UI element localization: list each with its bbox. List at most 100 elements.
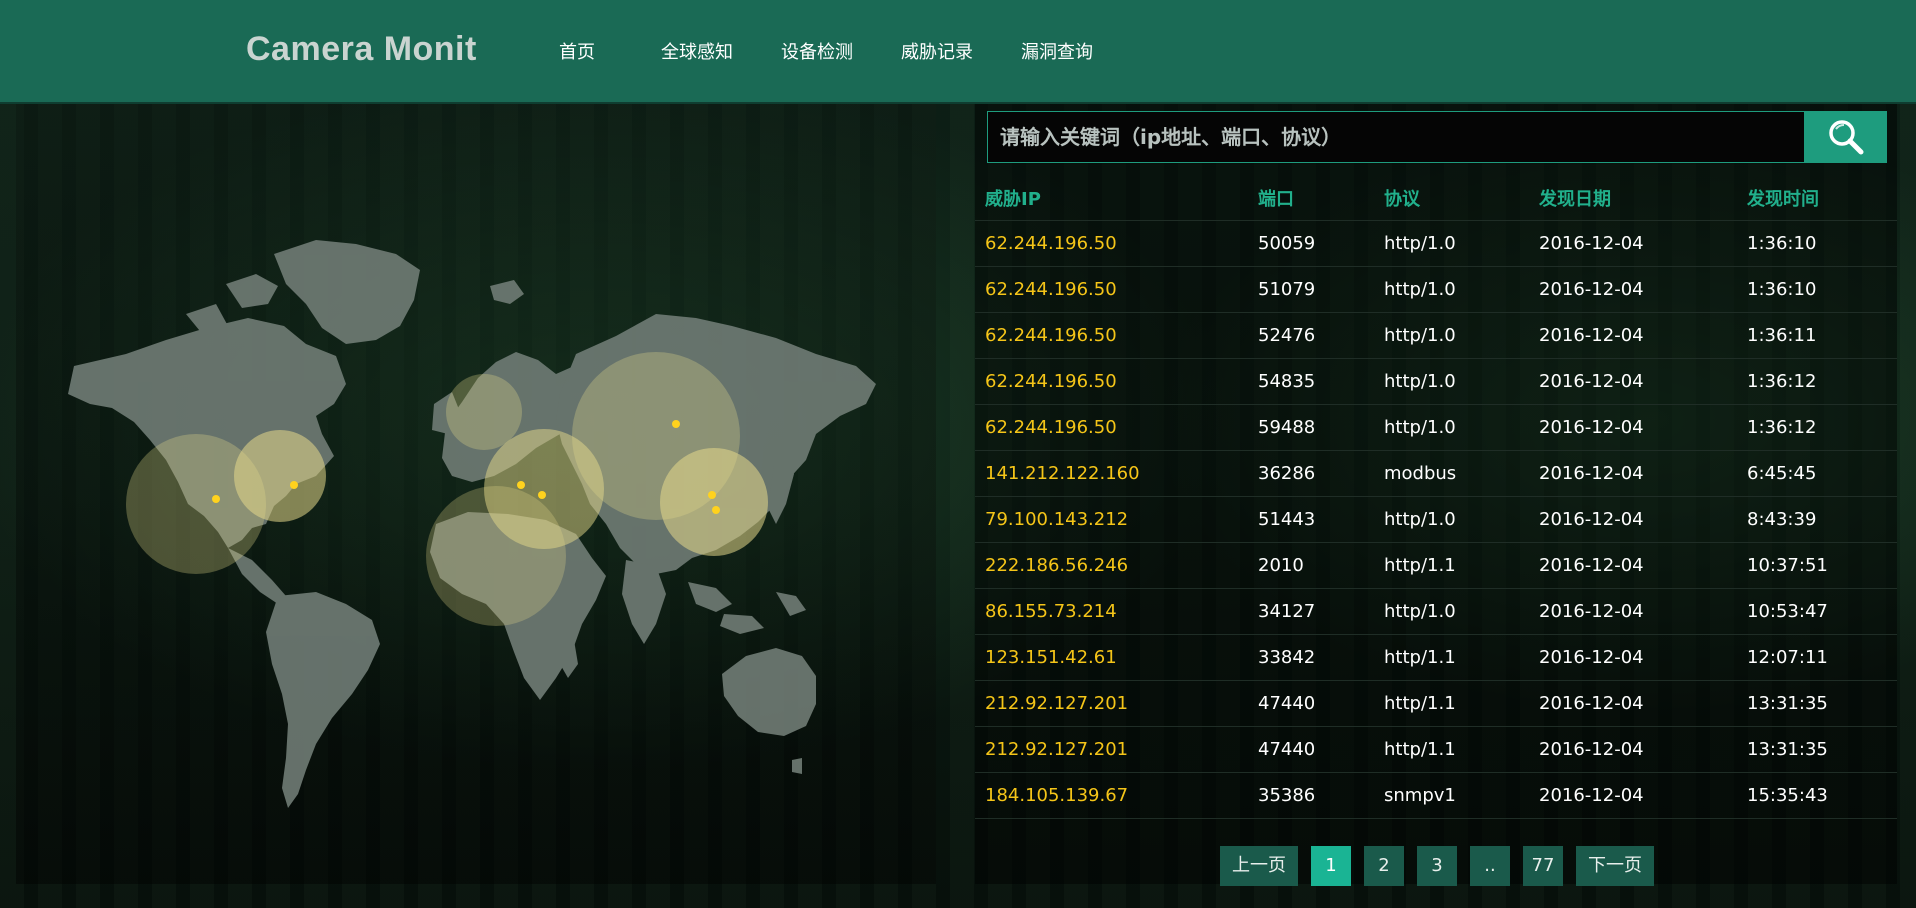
cell-protocol: http/1.0 xyxy=(1374,588,1529,635)
column-header-time[interactable]: 发现时间 xyxy=(1737,175,1897,221)
column-header-port[interactable]: 端口 xyxy=(1248,175,1374,221)
threat-table: 威胁IP 端口 协议 发现日期 发现时间 62.244.196.50 50059… xyxy=(975,175,1897,819)
cell-port: 52476 xyxy=(1248,312,1374,359)
cell-port: 54835 xyxy=(1248,358,1374,405)
cell-ip: 62.244.196.50 xyxy=(975,358,1248,405)
prev-page-button[interactable]: 上一页 xyxy=(1220,846,1298,886)
cell-time: 10:37:51 xyxy=(1737,542,1897,589)
table-row[interactable]: 141.212.122.160 36286 modbus 2016-12-04 … xyxy=(975,450,1897,497)
page-button-3[interactable]: 3 xyxy=(1417,846,1457,886)
page-button-last[interactable]: 77 xyxy=(1523,846,1563,886)
threat-point xyxy=(708,491,716,499)
cell-ip: 222.186.56.246 xyxy=(975,542,1248,589)
cell-ip: 62.244.196.50 xyxy=(975,266,1248,313)
cell-date: 2016-12-04 xyxy=(1529,450,1737,497)
cell-port: 36286 xyxy=(1248,450,1374,497)
threat-point xyxy=(672,420,680,428)
app-logo[interactable]: Camera Monit xyxy=(246,30,477,69)
cell-time: 12:07:11 xyxy=(1737,634,1897,681)
column-header-date[interactable]: 发现日期 xyxy=(1529,175,1737,221)
cell-protocol: http/1.0 xyxy=(1374,496,1529,543)
cell-time: 13:31:35 xyxy=(1737,680,1897,727)
table-row[interactable]: 79.100.143.212 51443 http/1.0 2016-12-04… xyxy=(975,496,1897,543)
nav-item-home[interactable]: 首页 xyxy=(559,38,595,64)
cell-protocol: http/1.0 xyxy=(1374,358,1529,405)
cell-protocol: http/1.0 xyxy=(1374,220,1529,267)
cell-date: 2016-12-04 xyxy=(1529,772,1737,819)
cell-time: 15:35:43 xyxy=(1737,772,1897,819)
cell-protocol: snmpv1 xyxy=(1374,772,1529,819)
cell-time: 6:45:45 xyxy=(1737,450,1897,497)
nav-item-vulnerability-query[interactable]: 漏洞查询 xyxy=(1021,38,1093,64)
table-row[interactable]: 123.151.42.61 33842 http/1.1 2016-12-04 … xyxy=(975,634,1897,681)
world-map xyxy=(68,240,876,808)
cell-time: 8:43:39 xyxy=(1737,496,1897,543)
column-header-ip[interactable]: 威胁IP xyxy=(975,175,1248,221)
page-button-2[interactable]: 2 xyxy=(1364,846,1404,886)
table-row[interactable]: 212.92.127.201 47440 http/1.1 2016-12-04… xyxy=(975,726,1897,773)
cell-date: 2016-12-04 xyxy=(1529,404,1737,451)
page-ellipsis[interactable]: .. xyxy=(1470,846,1510,886)
cell-ip: 123.151.42.61 xyxy=(975,634,1248,681)
cell-ip: 79.100.143.212 xyxy=(975,496,1248,543)
page-button-1[interactable]: 1 xyxy=(1311,846,1351,886)
cell-date: 2016-12-04 xyxy=(1529,312,1737,359)
cell-port: 35386 xyxy=(1248,772,1374,819)
table-row[interactable]: 222.186.56.246 2010 http/1.1 2016-12-04 … xyxy=(975,542,1897,589)
search-bar xyxy=(987,111,1887,163)
cell-port: 50059 xyxy=(1248,220,1374,267)
cell-date: 2016-12-04 xyxy=(1529,634,1737,681)
cell-port: 2010 xyxy=(1248,542,1374,589)
table-row[interactable]: 62.244.196.50 51079 http/1.0 2016-12-04 … xyxy=(975,266,1897,313)
table-row[interactable]: 62.244.196.50 54835 http/1.0 2016-12-04 … xyxy=(975,358,1897,405)
cell-ip: 212.92.127.201 xyxy=(975,680,1248,727)
heat-circle-west-europe xyxy=(446,374,522,450)
search-input[interactable] xyxy=(988,112,1812,162)
table-row[interactable]: 212.92.127.201 47440 http/1.1 2016-12-04… xyxy=(975,680,1897,727)
cell-protocol: http/1.0 xyxy=(1374,404,1529,451)
table-row[interactable]: 62.244.196.50 59488 http/1.0 2016-12-04 … xyxy=(975,404,1897,451)
cell-port: 51079 xyxy=(1248,266,1374,313)
table-row[interactable]: 86.155.73.214 34127 http/1.0 2016-12-04 … xyxy=(975,588,1897,635)
heat-circle-east-asia xyxy=(660,448,768,556)
cell-time: 1:36:12 xyxy=(1737,404,1897,451)
cell-port: 47440 xyxy=(1248,726,1374,773)
table-header-row: 威胁IP 端口 协议 发现日期 发现时间 xyxy=(975,175,1897,221)
cell-time: 1:36:12 xyxy=(1737,358,1897,405)
cell-protocol: http/1.1 xyxy=(1374,726,1529,773)
next-page-button[interactable]: 下一页 xyxy=(1576,846,1654,886)
cell-protocol: http/1.1 xyxy=(1374,680,1529,727)
cell-date: 2016-12-04 xyxy=(1529,220,1737,267)
table-row[interactable]: 62.244.196.50 52476 http/1.0 2016-12-04 … xyxy=(975,312,1897,359)
search-button[interactable] xyxy=(1804,112,1886,162)
cell-ip: 62.244.196.50 xyxy=(975,404,1248,451)
cell-ip: 62.244.196.50 xyxy=(975,312,1248,359)
column-header-protocol[interactable]: 协议 xyxy=(1374,175,1529,221)
threat-point xyxy=(290,481,298,489)
nav-item-device-detection[interactable]: 设备检测 xyxy=(781,38,853,64)
cell-ip: 212.92.127.201 xyxy=(975,726,1248,773)
cell-ip: 86.155.73.214 xyxy=(975,588,1248,635)
cell-protocol: http/1.0 xyxy=(1374,266,1529,313)
cell-time: 10:53:47 xyxy=(1737,588,1897,635)
table-row[interactable]: 62.244.196.50 50059 http/1.0 2016-12-04 … xyxy=(975,220,1897,267)
nav-item-threat-records[interactable]: 威胁记录 xyxy=(901,38,973,64)
main-nav: 首页 全球感知 设备检测 威胁记录 漏洞查询 xyxy=(559,0,1141,102)
cell-time: 1:36:11 xyxy=(1737,312,1897,359)
top-header: Camera Monit 首页 全球感知 设备检测 威胁记录 漏洞查询 xyxy=(0,0,1916,104)
table-row[interactable]: 184.105.139.67 35386 snmpv1 2016-12-04 1… xyxy=(975,772,1897,819)
cell-time: 1:36:10 xyxy=(1737,220,1897,267)
cell-protocol: http/1.1 xyxy=(1374,542,1529,589)
cell-date: 2016-12-04 xyxy=(1529,588,1737,635)
nav-item-global-awareness[interactable]: 全球感知 xyxy=(661,38,733,64)
cell-port: 51443 xyxy=(1248,496,1374,543)
heat-circle-north-america-east xyxy=(234,430,326,522)
cell-port: 33842 xyxy=(1248,634,1374,681)
threat-point xyxy=(517,481,525,489)
cell-protocol: modbus xyxy=(1374,450,1529,497)
threat-records-panel: 威胁IP 端口 协议 发现日期 发现时间 62.244.196.50 50059… xyxy=(975,104,1897,886)
cell-date: 2016-12-04 xyxy=(1529,358,1737,405)
threat-point xyxy=(538,491,546,499)
cell-ip: 184.105.139.67 xyxy=(975,772,1248,819)
pagination: 上一页 1 2 3 .. 77 下一页 xyxy=(1220,846,1667,886)
